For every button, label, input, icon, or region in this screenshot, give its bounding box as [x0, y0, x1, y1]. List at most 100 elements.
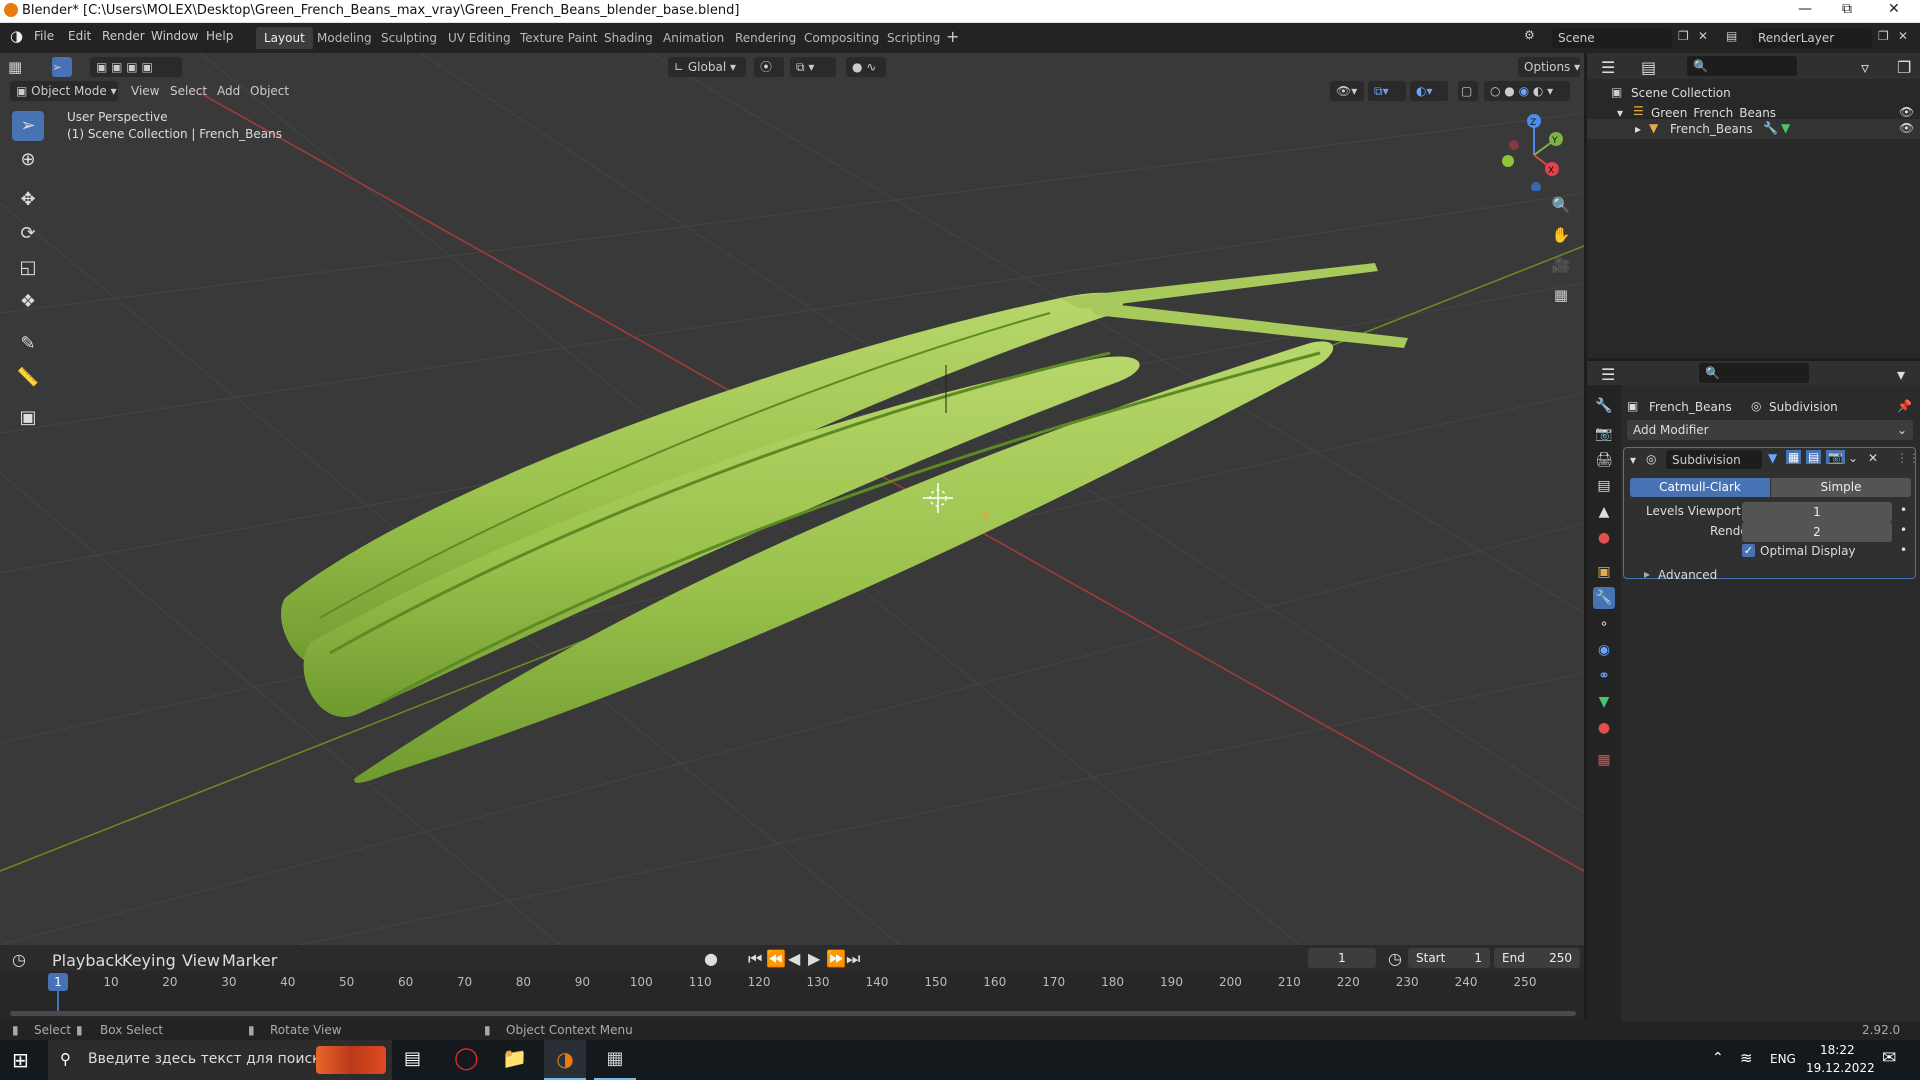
add-modifier-dropdown[interactable]: Add Modifier ⌄ — [1627, 420, 1913, 440]
navigation-gizmo[interactable]: Z Y X — [1490, 111, 1570, 191]
end-frame-field[interactable]: End 250 — [1494, 948, 1580, 968]
proportional-edit-toggle[interactable]: ● ∿ — [846, 57, 886, 77]
scale-tool-icon[interactable]: ◱ — [12, 253, 44, 283]
options-dropdown[interactable]: Options ▾ — [1518, 57, 1580, 77]
expand-collection-icon[interactable]: ▾ — [1617, 106, 1623, 120]
xray-toggle[interactable]: ▢ — [1458, 81, 1478, 101]
pan-hand-icon[interactable]: ✋ — [1548, 221, 1574, 249]
tab-scripting[interactable]: Scripting — [879, 27, 948, 49]
material-tab-icon[interactable]: ● — [1593, 717, 1615, 739]
rotate-tool-icon[interactable]: ⟳ — [12, 219, 44, 249]
menu-window[interactable]: Window — [151, 29, 198, 43]
optimal-display-keyframe-icon[interactable]: • — [1900, 543, 1907, 557]
menu-edit[interactable]: Edit — [68, 29, 91, 43]
render-levels-field[interactable]: 2 — [1742, 522, 1892, 542]
object-mode-dropdown[interactable]: ▣ Object Mode ▾ — [10, 81, 118, 101]
properties-options-icon[interactable]: ▾ — [1897, 365, 1905, 384]
play-reverse-icon[interactable]: ◀ — [788, 949, 800, 968]
advanced-expand-icon[interactable]: ▸ — [1644, 567, 1650, 581]
tab-texture-paint[interactable]: Texture Paint — [512, 27, 605, 49]
notification-icon[interactable]: ✉ — [1882, 1048, 1896, 1068]
close-icon[interactable]: ✕ — [1888, 1, 1900, 17]
snap-toggle[interactable]: ⧉ ▾ — [790, 57, 836, 77]
playhead[interactable]: 1 — [48, 973, 68, 991]
viewport-canvas[interactable] — [0, 53, 1584, 945]
tab-uv-editing[interactable]: UV Editing — [440, 27, 519, 49]
timeline-ruler[interactable]: 10 20 30 40 50 60 70 80 90 100 110 120 130 140 150 160 1… — [0, 975, 1584, 993]
visibility-dropdown[interactable]: 👁▾ — [1330, 81, 1364, 101]
tab-shading[interactable]: Shading — [596, 27, 661, 49]
scene-tab-icon[interactable]: ▲ — [1593, 501, 1615, 523]
pin-icon[interactable]: 📌 — [1897, 399, 1912, 413]
collection-visibility-icon[interactable]: 👁 — [1899, 105, 1914, 119]
annotate-tool-icon[interactable]: ✎ — [12, 329, 44, 359]
collapse-modifier-icon[interactable]: ▾ — [1630, 453, 1636, 467]
new-collection-icon[interactable]: ❐ — [1897, 58, 1911, 77]
realtime-toggle-icon[interactable]: ▤ — [1806, 450, 1822, 464]
view-layer-field[interactable]: RenderLayer — [1752, 28, 1872, 48]
move-tool-icon[interactable]: ✥ — [12, 185, 44, 215]
new-layer-icon[interactable]: ❐ — [1878, 29, 1889, 43]
windows-start-icon[interactable]: ⊞ — [12, 1048, 29, 1072]
opera-app-icon[interactable]: ◯ — [454, 1046, 479, 1071]
other-app-icon[interactable]: ▦ — [594, 1040, 636, 1080]
menu-help[interactable]: Help — [206, 29, 233, 43]
object-tab-icon[interactable]: ▣ — [1593, 561, 1615, 583]
minimize-icon[interactable]: — — [1798, 1, 1812, 17]
play-icon[interactable]: ▶ — [808, 949, 820, 968]
restore-icon[interactable]: ⧉ — [1842, 1, 1852, 17]
tab-layout[interactable]: Layout — [256, 27, 313, 49]
autokey-record-icon[interactable]: ● — [704, 949, 718, 968]
delete-scene-icon[interactable]: ✕ — [1698, 29, 1708, 43]
perspective-toggle-icon[interactable]: ▦ — [1548, 281, 1574, 309]
timeline-editor-icon[interactable]: ◷ — [12, 950, 26, 969]
tab-animation[interactable]: Animation — [655, 27, 732, 49]
shading-modes[interactable]: ○ ● ◉ ◐ ▾ — [1484, 81, 1570, 101]
task-view-icon[interactable]: ▤ — [404, 1048, 421, 1069]
blender-app-icon[interactable]: ◑ — [544, 1040, 586, 1080]
select-tool-dropdown[interactable]: ➢ — [52, 57, 72, 77]
timeline-menu-keying[interactable]: Keying — [122, 951, 176, 970]
data-tab-icon[interactable]: ▼ — [1593, 691, 1615, 713]
outliner-collection-item[interactable]: Green_French_Beans — [1651, 106, 1776, 120]
tab-sculpting[interactable]: Sculpting — [373, 27, 445, 49]
modifier-tab-icon[interactable]: 🔧 — [1593, 587, 1615, 609]
viewport-menu-view[interactable]: View — [131, 84, 159, 98]
scene-selector-icon[interactable]: ⚙ — [1524, 28, 1535, 42]
optimal-display-checkbox[interactable]: ✓ — [1742, 544, 1755, 557]
next-keyframe-icon[interactable]: ⏩ — [826, 949, 846, 968]
transform-orientation-dropdown[interactable]: ∟ Global ▾ — [668, 57, 746, 77]
timeline-menu-playback[interactable]: Playback — [52, 951, 123, 970]
remove-modifier-icon[interactable]: ✕ — [1868, 451, 1878, 465]
delete-layer-icon[interactable]: ✕ — [1898, 29, 1908, 43]
texture-tab-icon[interactable]: ▦ — [1593, 749, 1615, 771]
taskbar-search-box[interactable]: ⚲ Введите здесь текст для поиска — [48, 1040, 392, 1080]
levels-viewport-field[interactable]: 1 — [1742, 502, 1892, 522]
preview-range-icon[interactable]: ◷ — [1388, 949, 1402, 968]
properties-editor-icon[interactable]: ☰ — [1601, 365, 1615, 384]
optimal-display-label[interactable]: Optimal Display — [1760, 544, 1856, 558]
current-frame-field[interactable]: 1 — [1308, 948, 1376, 968]
prev-keyframe-icon[interactable]: ⏪ — [766, 949, 786, 968]
menu-file[interactable]: File — [34, 29, 54, 43]
timeline-menu-marker[interactable]: Marker — [222, 951, 277, 970]
tab-rendering[interactable]: Rendering — [727, 27, 804, 49]
jump-start-icon[interactable]: ⏮ — [748, 949, 762, 969]
tool-tab-icon[interactable]: 🔧 — [1593, 395, 1615, 417]
mesh-data-icon[interactable]: ▼ — [1781, 121, 1790, 135]
viewport-3d[interactable]: ▦ ➢ ▣ ▣ ▣ ▣ ∟ Global ▾ ⦿ ⧉ ▾ ● ∿ Options… — [0, 53, 1584, 945]
view-layer-tab-icon[interactable]: ▤ — [1593, 475, 1615, 497]
network-icon[interactable]: ≋ — [1740, 1049, 1753, 1067]
timeline-scrollbar[interactable] — [10, 1011, 1576, 1016]
levels-viewport-keyframe-icon[interactable]: • — [1900, 503, 1907, 517]
tab-modeling[interactable]: Modeling — [309, 27, 380, 49]
advanced-subpanel-label[interactable]: Advanced — [1658, 568, 1717, 582]
output-tab-icon[interactable]: 🖨 — [1593, 449, 1615, 471]
menu-render[interactable]: Render — [102, 29, 145, 43]
physics-tab-icon[interactable]: ◉ — [1593, 639, 1615, 661]
viewport-menu-object[interactable]: Object — [250, 84, 289, 98]
measure-tool-icon[interactable]: 📏 — [12, 363, 44, 393]
viewport-menu-select[interactable]: Select — [170, 84, 207, 98]
jump-end-icon[interactable]: ⏭ — [846, 949, 860, 969]
outliner-object-row[interactable]: ▸ ▼ French_Beans 🔧 ▼ 👁 — [1587, 119, 1920, 139]
